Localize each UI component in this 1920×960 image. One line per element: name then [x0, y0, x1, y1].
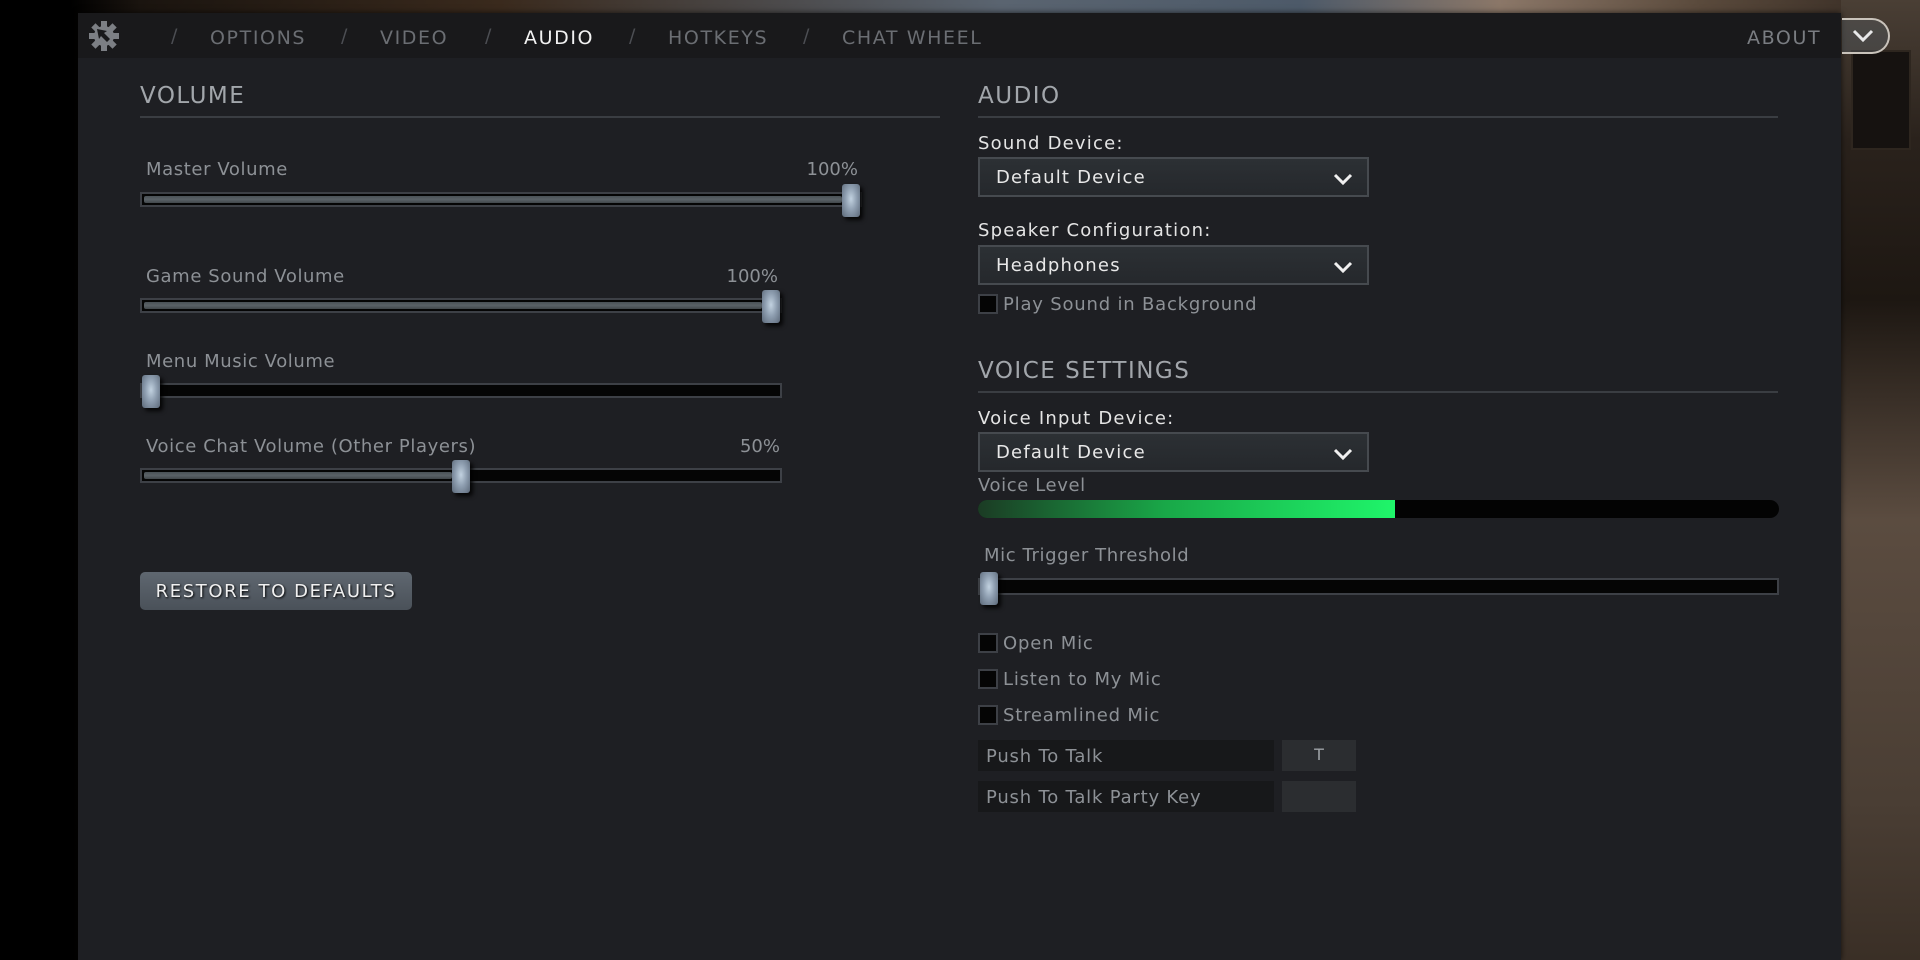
- master-volume-slider[interactable]: [140, 184, 862, 217]
- nav-bar: / OPTIONS / VIDEO / AUDIO / HOTKEYS / CH…: [78, 13, 1841, 58]
- game-sound-volume-slider[interactable]: [140, 290, 782, 323]
- nav-separator: /: [171, 25, 178, 47]
- chevron-down-icon: [1333, 171, 1353, 190]
- restore-defaults-button[interactable]: RESTORE TO DEFAULTS: [140, 572, 412, 610]
- push-to-talk-row: Push To Talk: [978, 740, 1274, 771]
- nav-separator: /: [803, 25, 810, 47]
- background-window: [1851, 50, 1911, 150]
- push-to-talk-party-key[interactable]: [1282, 781, 1356, 812]
- push-to-talk-party-row: Push To Talk Party Key: [978, 781, 1274, 812]
- tab-audio[interactable]: AUDIO: [524, 27, 594, 49]
- nav-separator: /: [485, 25, 492, 47]
- tab-chat-wheel[interactable]: CHAT WHEEL: [842, 27, 982, 49]
- mic-threshold-label: Mic Trigger Threshold: [984, 545, 1190, 566]
- slider-fill: [144, 472, 452, 479]
- slider-thumb[interactable]: [762, 290, 780, 323]
- gear-icon[interactable]: [88, 20, 120, 52]
- voice-level-label: Voice Level: [978, 475, 1086, 496]
- sound-device-value: Default Device: [996, 167, 1146, 188]
- slider-thumb[interactable]: [980, 572, 998, 605]
- tab-options[interactable]: OPTIONS: [210, 27, 306, 49]
- voice-chat-volume-slider[interactable]: [140, 460, 782, 493]
- push-to-talk-key[interactable]: T: [1282, 740, 1356, 771]
- master-volume-label: Master Volume: [146, 159, 288, 180]
- slider-fill: [144, 196, 842, 203]
- voice-chat-volume-value: 50%: [739, 436, 780, 457]
- settings-panel: / OPTIONS / VIDEO / AUDIO / HOTKEYS / CH…: [78, 13, 1841, 960]
- voice-input-device-label: Voice Input Device:: [978, 408, 1175, 429]
- menu-music-volume-slider[interactable]: [140, 375, 782, 408]
- open-mic-label[interactable]: Open Mic: [1003, 633, 1094, 654]
- speaker-config-dropdown[interactable]: Headphones: [978, 245, 1369, 285]
- tab-hotkeys[interactable]: HOTKEYS: [668, 27, 768, 49]
- play-in-background-checkbox[interactable]: [978, 294, 998, 314]
- volume-heading: VOLUME: [140, 83, 246, 109]
- master-volume-value: 100%: [806, 159, 858, 180]
- about-link[interactable]: ABOUT: [1747, 27, 1821, 49]
- voice-level-fill: [978, 500, 1395, 518]
- slider-thumb[interactable]: [142, 375, 160, 408]
- streamlined-mic-checkbox[interactable]: [978, 705, 998, 725]
- chevron-down-icon: [1333, 446, 1353, 465]
- slider-thumb[interactable]: [842, 184, 860, 217]
- nav-separator: /: [629, 25, 636, 47]
- streamlined-mic-label[interactable]: Streamlined Mic: [1003, 705, 1160, 726]
- voice-chat-volume-label: Voice Chat Volume (Other Players): [146, 436, 477, 457]
- chevron-down-icon: [1333, 259, 1353, 278]
- slider-fill: [144, 302, 762, 309]
- voice-input-device-dropdown[interactable]: Default Device: [978, 432, 1369, 472]
- mic-threshold-slider[interactable]: [978, 572, 1779, 605]
- voice-input-device-value: Default Device: [996, 442, 1146, 463]
- sound-device-dropdown[interactable]: Default Device: [978, 157, 1369, 197]
- sound-device-label: Sound Device:: [978, 133, 1124, 154]
- game-background-right: [1841, 0, 1920, 960]
- menu-music-volume-label: Menu Music Volume: [146, 351, 336, 372]
- open-mic-checkbox[interactable]: [978, 633, 998, 653]
- voice-settings-heading: VOICE SETTINGS: [978, 358, 1191, 384]
- push-to-talk-label: Push To Talk: [986, 746, 1104, 767]
- voice-level-meter: [978, 500, 1779, 518]
- audio-heading: AUDIO: [978, 83, 1061, 109]
- game-sound-volume-label: Game Sound Volume: [146, 266, 345, 287]
- listen-to-my-mic-label[interactable]: Listen to My Mic: [1003, 669, 1162, 690]
- slider-thumb[interactable]: [452, 460, 470, 493]
- play-in-background-label[interactable]: Play Sound in Background: [1003, 294, 1257, 315]
- listen-to-my-mic-checkbox[interactable]: [978, 669, 998, 689]
- speaker-config-value: Headphones: [996, 255, 1121, 276]
- voice-settings-divider: [978, 391, 1778, 393]
- game-sound-volume-value: 100%: [726, 266, 778, 287]
- chevron-down-icon: [1852, 29, 1874, 43]
- audio-divider: [978, 116, 1778, 118]
- speaker-config-label: Speaker Configuration:: [978, 220, 1212, 241]
- nav-separator: /: [341, 25, 348, 47]
- volume-divider: [140, 116, 940, 118]
- push-to-talk-party-label: Push To Talk Party Key: [986, 787, 1202, 808]
- collapse-button[interactable]: [1842, 18, 1890, 54]
- tab-video[interactable]: VIDEO: [380, 27, 448, 49]
